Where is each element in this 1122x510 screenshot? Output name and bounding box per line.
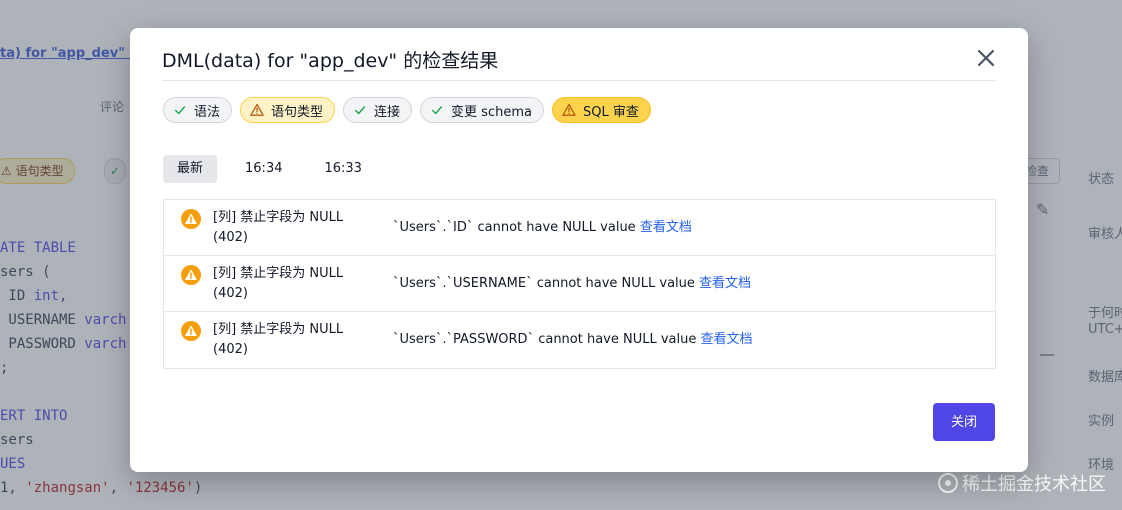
check-status-pills: 语法 语句类型 连接 变更 schema SQL 审查	[163, 97, 651, 123]
close-button[interactable]: 关闭	[933, 403, 995, 441]
rule-title: [列] 禁止字段为 NULL (402)	[213, 322, 344, 357]
check-pill-1[interactable]: 语句类型	[240, 97, 336, 123]
rule-message: `Users`.`PASSWORD` cannot have NULL valu…	[393, 330, 753, 350]
watermark-text: 稀土掘金技术社区	[962, 474, 1106, 495]
rule-title: [列] 禁止字段为 NULL (402)	[213, 210, 344, 245]
check-pill-4[interactable]: SQL 审查	[551, 97, 651, 123]
warning-circle-icon	[181, 209, 201, 229]
check-pill-label: 语句类型	[271, 104, 324, 120]
watermark: 稀土掘金技术社区	[938, 470, 1106, 496]
check-icon	[353, 103, 367, 117]
rule-message: `Users`.`USERNAME` cannot have NULL valu…	[393, 274, 751, 294]
check-pill-2[interactable]: 连接	[343, 97, 413, 123]
rule-title: [列] 禁止字段为 NULL (402)	[213, 266, 344, 301]
check-pill-0[interactable]: 语法	[163, 97, 233, 123]
warning-circle-icon	[181, 321, 201, 341]
juejin-logo-icon	[938, 473, 958, 493]
view-docs-link[interactable]: 查看文档	[640, 220, 692, 235]
warning-circle-icon	[181, 265, 201, 285]
tab-1[interactable]: 16:34	[231, 155, 296, 183]
dialog-title: DML(data) for "app_dev" 的检查结果	[162, 50, 499, 72]
warning-icon	[562, 103, 576, 117]
result-row: [列] 禁止字段为 NULL (402) `Users`.`ID` cannot …	[164, 200, 995, 256]
check-icon	[173, 103, 187, 117]
result-row: [列] 禁止字段为 NULL (402) `Users`.`PASSWORD` c…	[164, 312, 995, 368]
rule-message-text: `Users`.`PASSWORD` cannot have NULL valu…	[393, 332, 701, 347]
rule-message: `Users`.`ID` cannot have NULL value 查看文档	[393, 218, 692, 238]
warning-icon	[250, 103, 264, 117]
rule-message-text: `Users`.`USERNAME` cannot have NULL valu…	[393, 276, 700, 291]
view-docs-link[interactable]: 查看文档	[699, 276, 751, 291]
check-pill-label: 语法	[194, 104, 221, 120]
history-tabs: 最新 16:34 16:33	[163, 155, 376, 183]
check-pill-label: 变更 schema	[451, 104, 532, 120]
rule-message-text: `Users`.`ID` cannot have NULL value	[393, 220, 640, 235]
close-icon[interactable]	[974, 46, 998, 70]
tab-0[interactable]: 最新	[163, 155, 218, 183]
view-docs-link[interactable]: 查看文档	[701, 332, 753, 347]
title-divider	[162, 80, 996, 81]
check-pill-label: SQL 审查	[582, 104, 639, 120]
check-pill-label: 连接	[374, 104, 401, 120]
check-result-dialog: DML(data) for "app_dev" 的检查结果 语法 语句类型 连接 变更…	[130, 28, 1028, 472]
check-icon	[430, 103, 444, 117]
result-row: [列] 禁止字段为 NULL (402) `Users`.`USERNAME` c…	[164, 256, 995, 312]
check-results-table: [列] 禁止字段为 NULL (402) `Users`.`ID` cannot …	[163, 199, 996, 369]
check-pill-3[interactable]: 变更 schema	[420, 97, 544, 123]
tab-2[interactable]: 16:33	[310, 155, 375, 183]
